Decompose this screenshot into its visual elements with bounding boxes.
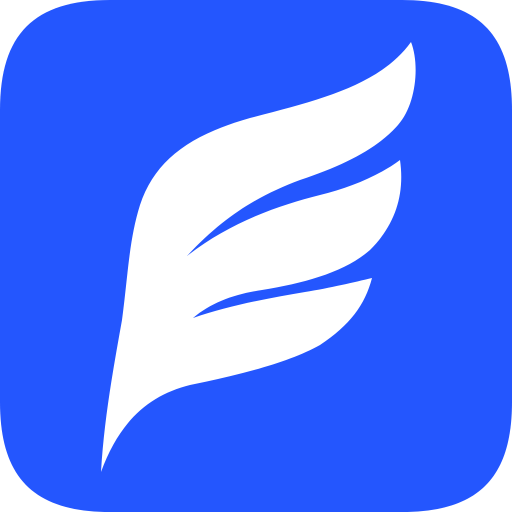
- icon-canvas: [0, 0, 512, 512]
- app-icon: [0, 0, 512, 512]
- app-icon-graphic: [0, 0, 512, 512]
